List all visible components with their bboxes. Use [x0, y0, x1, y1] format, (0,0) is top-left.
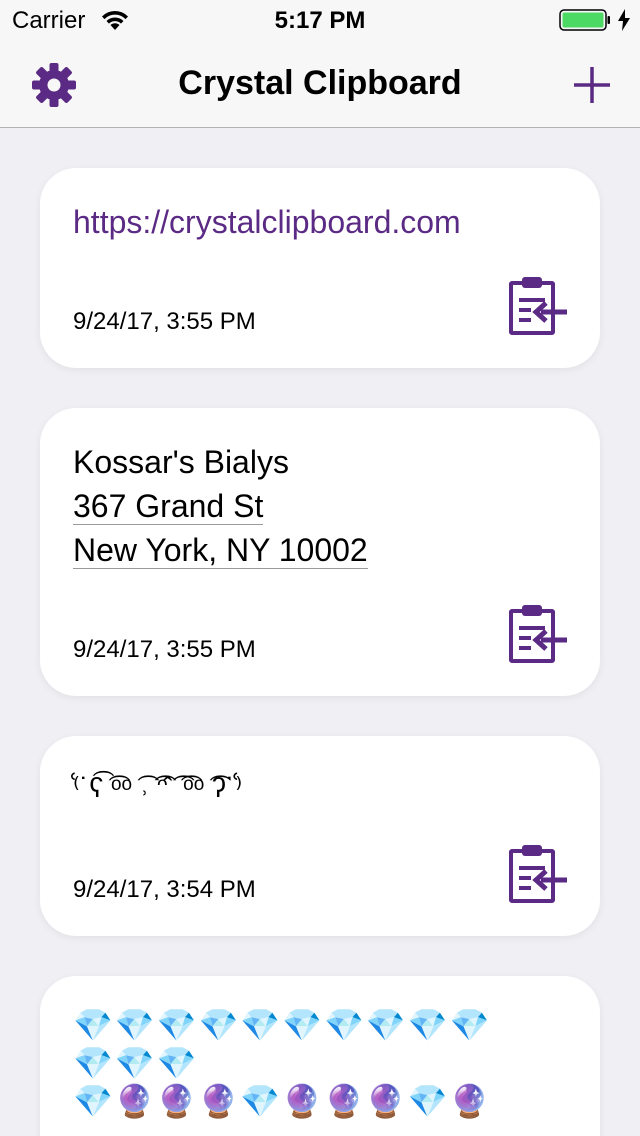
- charging-bolt-icon: [617, 8, 631, 37]
- copy-clip-button[interactable]: [506, 842, 570, 906]
- add-clip-button[interactable]: [568, 61, 616, 109]
- clip-date: 9/24/17, 3:55 PM: [73, 308, 256, 335]
- page-title: Crystal Clipboard: [178, 64, 462, 102]
- clip-text: Kossar's Bialys 367 Grand St New York, N…: [73, 440, 368, 572]
- clip-date: 9/24/17, 3:54 PM: [73, 876, 256, 903]
- emoji-row: 💎💎💎: [73, 1045, 199, 1081]
- navigation-bar: Crystal Clipboard: [0, 40, 640, 128]
- copy-clip-button[interactable]: [506, 274, 570, 338]
- clip-card[interactable]: https://crystalclipboard.com 9/24/17, 3:…: [40, 168, 600, 368]
- clip-card[interactable]: 💎💎💎💎💎💎💎💎💎💎 💎💎💎 💎🔮🔮🔮💎🔮🔮🔮💎🔮: [40, 976, 600, 1136]
- status-bar: Carrier 5:17 PM: [0, 0, 640, 40]
- clipboard-paste-icon: [509, 277, 567, 335]
- emoji-row: 💎🔮🔮🔮💎🔮🔮🔮💎🔮: [73, 1083, 492, 1119]
- clip-text: ⁽͑˙ʕ͡ ͡ᵒᵒ ͡˒ ͡ᵔ̂ ͡ ͡ᵒᵒ ͡ʔ˙⁾͑: [73, 772, 243, 803]
- clip-card[interactable]: ⁽͑˙ʕ͡ ͡ᵒᵒ ͡˒ ͡ᵔ̂ ͡ ͡ᵒᵒ ͡ʔ˙⁾͑ 9/24/17, 3:…: [40, 736, 600, 936]
- place-name: Kossar's Bialys: [73, 444, 289, 480]
- status-time: 5:17 PM: [274, 7, 366, 34]
- address-link-line2[interactable]: New York, NY 10002: [73, 532, 368, 569]
- copy-clip-button[interactable]: [506, 602, 570, 666]
- clip-link[interactable]: https://crystalclipboard.com: [73, 200, 461, 244]
- emoji-row: 💎💎💎💎💎💎💎💎💎💎: [73, 1007, 492, 1043]
- address-link-line1[interactable]: 367 Grand St: [73, 488, 264, 525]
- clip-date: 9/24/17, 3:55 PM: [73, 636, 256, 663]
- clipboard-paste-icon: [509, 605, 567, 663]
- clipboard-paste-icon: [509, 845, 567, 903]
- clip-text: 💎💎💎💎💎💎💎💎💎💎 💎💎💎 💎🔮🔮🔮💎🔮🔮🔮💎🔮: [73, 1006, 491, 1120]
- plus-icon: [574, 67, 610, 103]
- clip-card[interactable]: Kossar's Bialys 367 Grand St New York, N…: [40, 408, 600, 696]
- battery-icon: [559, 9, 611, 36]
